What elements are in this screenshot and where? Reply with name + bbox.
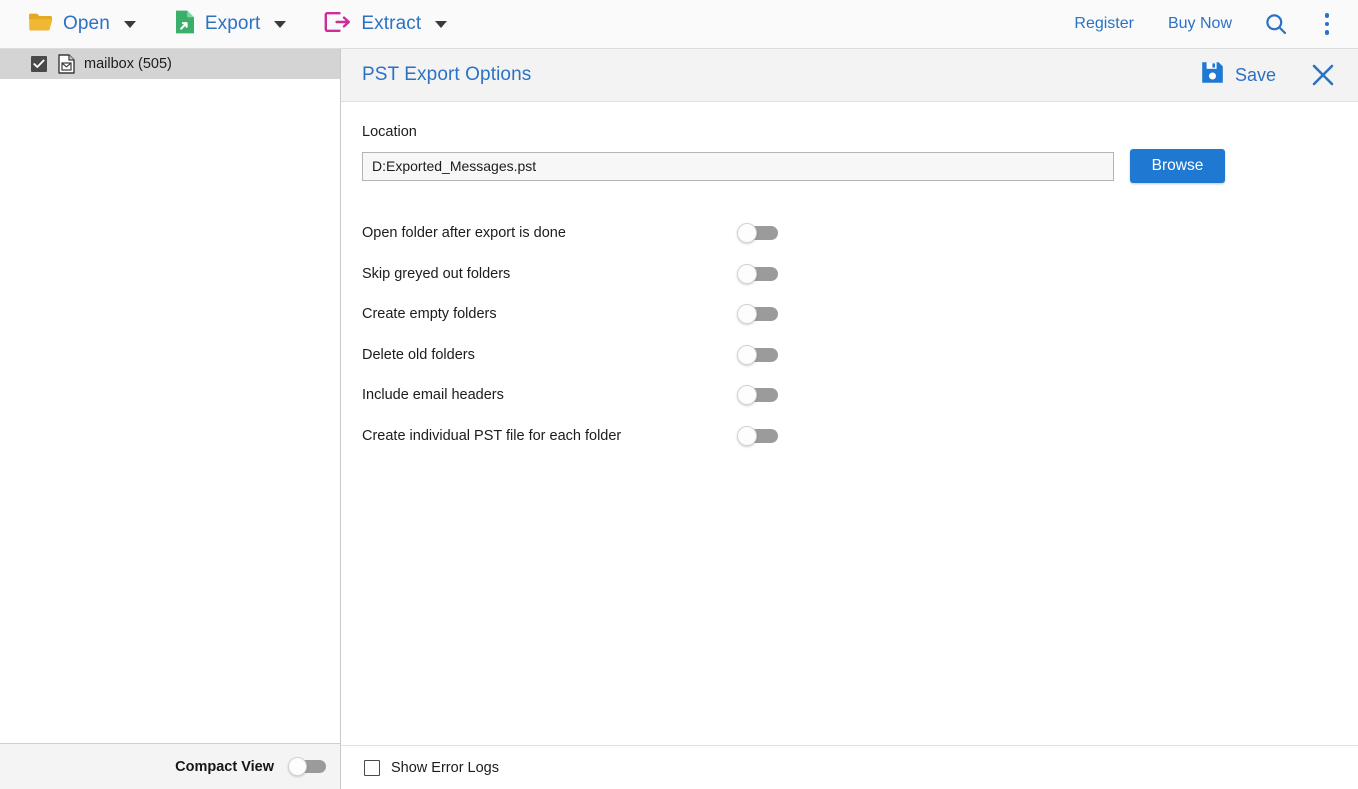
panel-footer: Show Error Logs xyxy=(341,745,1358,789)
chevron-down-icon-extract[interactable] xyxy=(435,20,448,28)
show-error-logs-checkbox[interactable] xyxy=(364,759,380,776)
mailbox-checkbox[interactable] xyxy=(31,56,47,72)
toggle-open-folder-after-export[interactable] xyxy=(737,223,778,244)
toggle-knob xyxy=(288,757,307,776)
mail-file-icon xyxy=(58,54,75,74)
show-error-logs-label[interactable]: Show Error Logs xyxy=(391,760,499,776)
toolbar-label-open: Open xyxy=(63,13,110,34)
location-row: Browse xyxy=(362,149,1358,183)
folder-open-icon xyxy=(28,11,54,38)
tree-item-label: mailbox (505) xyxy=(84,56,172,72)
application-window: Open Export Extract Register Buy Now mai… xyxy=(0,0,1358,789)
save-button[interactable]: Save xyxy=(1200,60,1276,90)
toggle-knob xyxy=(737,425,757,446)
option-row-include-email-headers: Include email headers xyxy=(362,375,1358,416)
toolbar-button-export[interactable]: Export xyxy=(174,9,287,40)
compact-view-toggle[interactable] xyxy=(288,757,326,776)
tree-item-mailbox[interactable]: mailbox (505) xyxy=(0,49,340,79)
toggle-include-email-headers[interactable] xyxy=(737,385,778,406)
toggle-delete-old-folders[interactable] xyxy=(737,344,778,365)
option-label: Open folder after export is done xyxy=(362,225,566,242)
compact-view-label: Compact View xyxy=(175,758,274,775)
sidebar-panel: mailbox (505) Compact View xyxy=(0,49,341,789)
export-options-list: Open folder after export is done Skip gr… xyxy=(362,213,1358,456)
kebab-dot-2 xyxy=(1324,21,1330,27)
toggle-knob xyxy=(737,304,757,325)
kebab-menu-icon[interactable] xyxy=(1316,11,1338,37)
panel-body: Location Browse Open folder after export… xyxy=(341,102,1358,745)
kebab-dot-1 xyxy=(1324,13,1330,18)
save-label: Save xyxy=(1234,64,1276,85)
toolbar-label-extract: Extract xyxy=(361,13,422,34)
toggle-create-individual-pst[interactable] xyxy=(737,425,778,446)
toggle-knob xyxy=(737,263,757,284)
option-row-open-folder-after-export: Open folder after export is done xyxy=(362,213,1358,254)
main-toolbar: Open Export Extract Register Buy Now xyxy=(0,0,1358,49)
location-label: Location xyxy=(362,124,417,140)
toolbar-label-export: Export xyxy=(204,13,261,34)
extract-arrow-icon xyxy=(324,10,352,39)
option-row-skip-greyed-out-folders: Skip greyed out folders xyxy=(362,254,1358,295)
buy-now-link[interactable]: Buy Now xyxy=(1168,15,1232,33)
toggle-knob xyxy=(737,385,757,406)
option-label: Delete old folders xyxy=(362,346,475,363)
option-row-create-empty-folders: Create empty folders xyxy=(362,294,1358,335)
export-file-icon xyxy=(174,9,196,40)
option-label: Create individual PST file for each fold… xyxy=(362,427,622,444)
toggle-skip-greyed-out-folders[interactable] xyxy=(737,263,778,284)
browse-button[interactable]: Browse xyxy=(1130,149,1225,183)
toolbar-button-open[interactable]: Open xyxy=(28,11,136,38)
location-input[interactable] xyxy=(362,151,1114,181)
option-row-create-individual-pst: Create individual PST file for each fold… xyxy=(362,416,1358,457)
content-area: mailbox (505) Compact View PST Export Op… xyxy=(0,49,1358,789)
toggle-create-empty-folders[interactable] xyxy=(737,304,778,325)
sidebar-footer: Compact View xyxy=(0,743,340,789)
toggle-knob xyxy=(737,344,757,365)
option-label: Create empty folders xyxy=(362,306,497,323)
chevron-down-icon-open[interactable] xyxy=(123,20,136,28)
toggle-knob xyxy=(737,223,757,244)
kebab-dot-3 xyxy=(1324,30,1330,35)
option-label: Include email headers xyxy=(362,387,504,404)
option-label: Skip greyed out folders xyxy=(362,265,511,282)
page-title: PST Export Options xyxy=(362,64,532,85)
mailbox-tree: mailbox (505) xyxy=(0,49,340,743)
register-link[interactable]: Register xyxy=(1074,15,1134,33)
search-icon[interactable] xyxy=(1264,12,1288,36)
floppy-disk-save-icon xyxy=(1200,60,1225,90)
chevron-down-icon-export[interactable] xyxy=(274,20,287,28)
toolbar-button-extract[interactable]: Extract xyxy=(324,10,448,39)
option-row-delete-old-folders: Delete old folders xyxy=(362,335,1358,376)
panel-header: PST Export Options Save xyxy=(341,49,1358,102)
close-icon[interactable] xyxy=(1306,58,1340,92)
pst-export-options-panel: PST Export Options Save Location D:Expor… xyxy=(341,49,1358,789)
